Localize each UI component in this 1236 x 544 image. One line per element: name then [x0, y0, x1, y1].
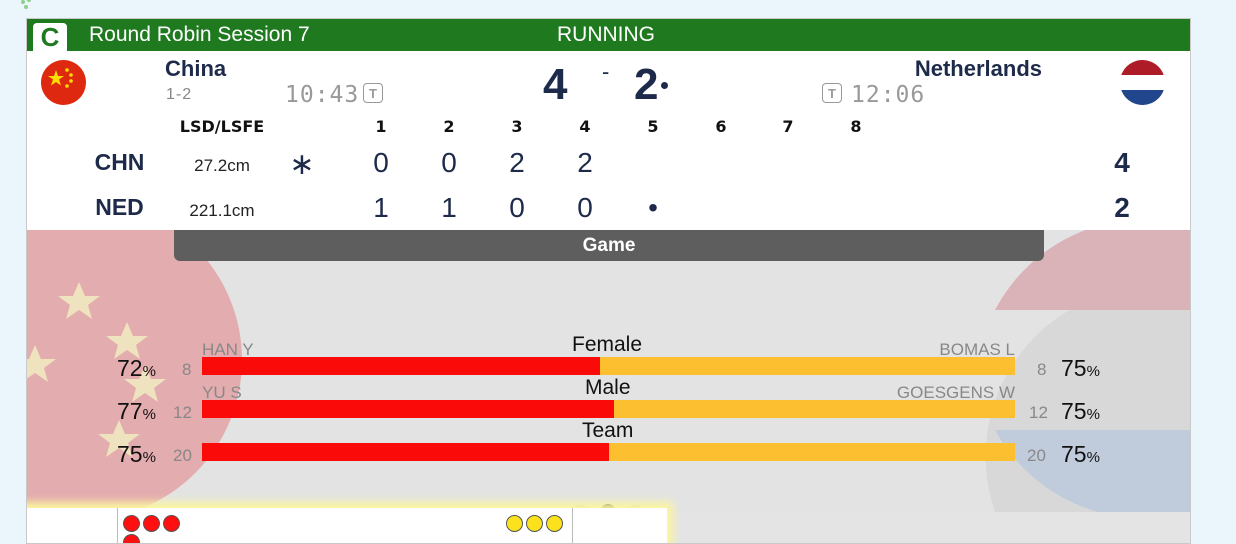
home-pct-female: 72%: [117, 355, 156, 382]
red-stone-icon: [123, 515, 140, 532]
home-total: 4: [1114, 147, 1130, 178]
home-time-remaining: 10:43: [285, 82, 360, 108]
hammer-asterisk-icon: ∗: [289, 148, 315, 181]
away-shots-female: 8: [1037, 360, 1047, 379]
lsd-header: LSD/LSFE: [179, 117, 265, 136]
home-share-fill: [202, 400, 615, 418]
percent-symbol: %: [142, 449, 156, 466]
home-score: 4: [543, 60, 568, 109]
home-share-fill: [202, 443, 609, 461]
end-header: 8: [850, 117, 862, 136]
linescore-table: LSD/LSFE 1 2 3 4 5 6 7 8 CHN 27.2cm ∗ 0 …: [27, 111, 1190, 229]
netherlands-flag-icon: [1120, 60, 1165, 105]
stat-label-female: Female: [572, 333, 643, 356]
sheet-line: [117, 508, 118, 543]
away-pct-male: 75%: [1061, 398, 1100, 425]
away-end-score: 1: [441, 192, 457, 223]
away-pct-value: 75: [1061, 441, 1087, 467]
scoreboard: China 1-2 10:43 T 4 - 2 T 12:06 Netherla…: [27, 51, 1190, 112]
china-flag-icon: [41, 60, 86, 105]
home-pct-male: 77%: [117, 398, 156, 425]
away-shots-team: 20: [1027, 446, 1046, 465]
percent-symbol: %: [142, 363, 156, 380]
game-card: C Round Robin Session 7 RUNNING China 1-…: [26, 18, 1191, 544]
stat-label-male: Male: [585, 376, 631, 399]
session-title: Round Robin Session 7: [89, 23, 310, 46]
curling-sheet-preview[interactable]: [27, 508, 667, 543]
away-end-score: 1: [373, 192, 389, 223]
home-team-name: China: [165, 56, 227, 81]
home-pct-team: 75%: [117, 441, 156, 468]
end-header: 3: [511, 117, 523, 136]
end-header: 4: [579, 117, 591, 136]
red-stone-icon: [163, 515, 180, 532]
sprout-icon: [21, 0, 31, 9]
away-shots-male: 12: [1029, 403, 1048, 422]
away-pct-value: 75: [1061, 398, 1087, 424]
home-team-record: 1-2: [166, 86, 193, 103]
yellow-stone-icon: [546, 515, 563, 532]
home-end-score: 0: [441, 147, 457, 178]
away-pct-value: 75: [1061, 355, 1087, 381]
hammer-indicator: [661, 82, 668, 89]
current-end-marker: •: [648, 192, 658, 223]
home-pct-value: 77: [117, 398, 143, 424]
percent-symbol: %: [1086, 449, 1100, 466]
sheet-preview-strip: [27, 508, 1190, 543]
away-pct-team: 75%: [1061, 441, 1100, 468]
home-end-score: 2: [509, 147, 525, 178]
away-team-name: Netherlands: [914, 56, 1042, 81]
team-comparison-bar: [202, 443, 1015, 461]
home-shots-team: 20: [173, 446, 192, 465]
away-end-score: 0: [509, 192, 525, 223]
tab-game[interactable]: Game: [174, 230, 1044, 261]
away-lsd: 221.1cm: [189, 201, 255, 220]
title-bar: C Round Robin Session 7 RUNNING: [27, 19, 1190, 51]
male-comparison-bar: [202, 400, 1015, 418]
away-total: 2: [1114, 192, 1130, 223]
percent-symbol: %: [142, 406, 156, 423]
score-separator: -: [602, 59, 610, 84]
sheet-line: [572, 508, 573, 543]
red-stone-icon: [123, 534, 140, 543]
home-lsd: 27.2cm: [194, 156, 250, 175]
home-end-score: 0: [373, 147, 389, 178]
home-shots-female: 8: [182, 360, 192, 379]
away-end-score: 0: [577, 192, 593, 223]
home-share-fill: [202, 357, 601, 375]
away-pct-female: 75%: [1061, 355, 1100, 382]
female-comparison-bar: [202, 357, 1015, 375]
game-status: RUNNING: [557, 23, 655, 46]
end-header: 1: [375, 117, 387, 136]
home-shots-male: 12: [173, 403, 192, 422]
end-header: 6: [715, 117, 727, 136]
stat-label-team: Team: [582, 419, 634, 442]
away-team-code: NED: [95, 194, 144, 220]
home-team-code: CHN: [94, 149, 145, 175]
end-header: 5: [647, 117, 659, 136]
timeout-icon[interactable]: T: [363, 83, 383, 103]
timeout-icon[interactable]: T: [822, 83, 842, 103]
sheet-badge: C: [33, 23, 67, 51]
home-pct-value: 75: [117, 441, 143, 467]
percent-symbol: %: [1086, 363, 1100, 380]
red-stone-icon: [143, 515, 160, 532]
yellow-stone-icon: [506, 515, 523, 532]
yellow-stone-icon: [526, 515, 543, 532]
home-pct-value: 72: [117, 355, 143, 381]
away-time-remaining: 12:06: [851, 82, 926, 108]
home-end-score: 2: [577, 147, 593, 178]
away-score: 2: [634, 60, 659, 109]
percent-symbol: %: [1086, 406, 1100, 423]
end-header: 7: [782, 117, 794, 136]
end-header: 2: [443, 117, 455, 136]
game-stats-panel: Game Female HAN Y BOMAS L 72% 8 8 75% Ma…: [27, 230, 1190, 512]
